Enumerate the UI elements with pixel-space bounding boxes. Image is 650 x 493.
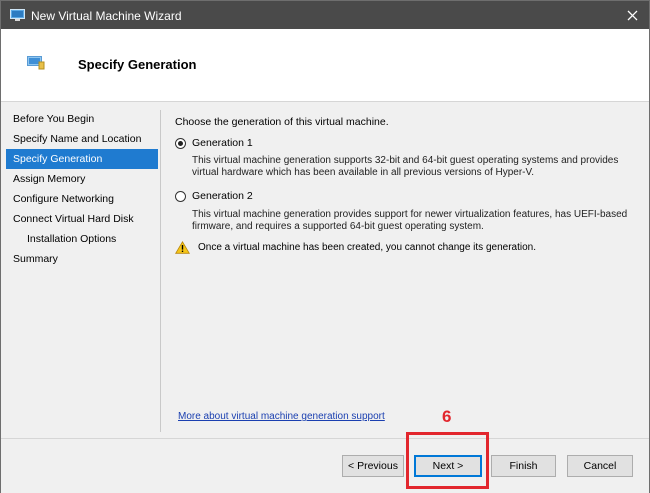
window-title: New Virtual Machine Wizard xyxy=(31,9,182,23)
hyper-v-app-icon xyxy=(10,9,25,25)
wizard-header: Specify Generation xyxy=(1,29,649,102)
sidebar-item-before-you-begin[interactable]: Before You Begin xyxy=(6,109,158,129)
warning-icon xyxy=(175,241,190,254)
cancel-button[interactable]: Cancel xyxy=(567,455,633,477)
generation-2-description: This virtual machine generation provides… xyxy=(192,209,628,232)
sidebar-item-specify-name-and-location[interactable]: Specify Name and Location xyxy=(6,129,158,149)
generation-1-radio[interactable] xyxy=(175,137,186,149)
intro-text: Choose the generation of this virtual ma… xyxy=(175,116,389,128)
wizard-footer: < Previous Next > Finish Cancel xyxy=(1,438,649,493)
warning-message: Once a virtual machine has been created,… xyxy=(175,241,536,254)
close-icon xyxy=(627,10,638,21)
step-number-annotation: 6 xyxy=(442,407,452,426)
wizard-steps-nav: Before You Begin Specify Name and Locati… xyxy=(6,109,158,269)
previous-button[interactable]: < Previous xyxy=(342,455,404,477)
wizard-window: New Virtual Machine Wizard Specify Gener… xyxy=(0,0,650,493)
generation-support-link[interactable]: More about virtual machine generation su… xyxy=(178,411,385,422)
close-button[interactable] xyxy=(615,1,649,29)
content-area: Before You Begin Specify Name and Locati… xyxy=(1,102,649,438)
sidebar-item-configure-networking[interactable]: Configure Networking xyxy=(6,189,158,209)
sidebar-item-installation-options[interactable]: Installation Options xyxy=(6,229,158,249)
warning-text: Once a virtual machine has been created,… xyxy=(198,242,536,253)
page-title: Specify Generation xyxy=(78,57,197,72)
generation-2-label: Generation 2 xyxy=(192,190,253,202)
generation-2-option[interactable]: Generation 2 xyxy=(175,190,253,202)
sidebar-item-specify-generation[interactable]: Specify Generation xyxy=(6,149,158,169)
title-bar: New Virtual Machine Wizard xyxy=(1,1,649,29)
sidebar-item-connect-virtual-hard-disk[interactable]: Connect Virtual Hard Disk xyxy=(6,209,158,229)
main-panel: Choose the generation of this virtual ma… xyxy=(175,102,637,438)
generation-1-label: Generation 1 xyxy=(192,137,253,149)
next-button-highlight xyxy=(406,432,489,489)
sidebar-item-assign-memory[interactable]: Assign Memory xyxy=(6,169,158,189)
sidebar-item-summary[interactable]: Summary xyxy=(6,249,158,269)
vm-monitor-icon xyxy=(27,56,45,73)
generation-2-radio[interactable] xyxy=(175,190,186,202)
generation-1-description: This virtual machine generation supports… xyxy=(192,155,619,178)
sidebar-divider xyxy=(160,110,161,432)
generation-1-option[interactable]: Generation 1 xyxy=(175,137,253,149)
finish-button[interactable]: Finish xyxy=(491,455,556,477)
